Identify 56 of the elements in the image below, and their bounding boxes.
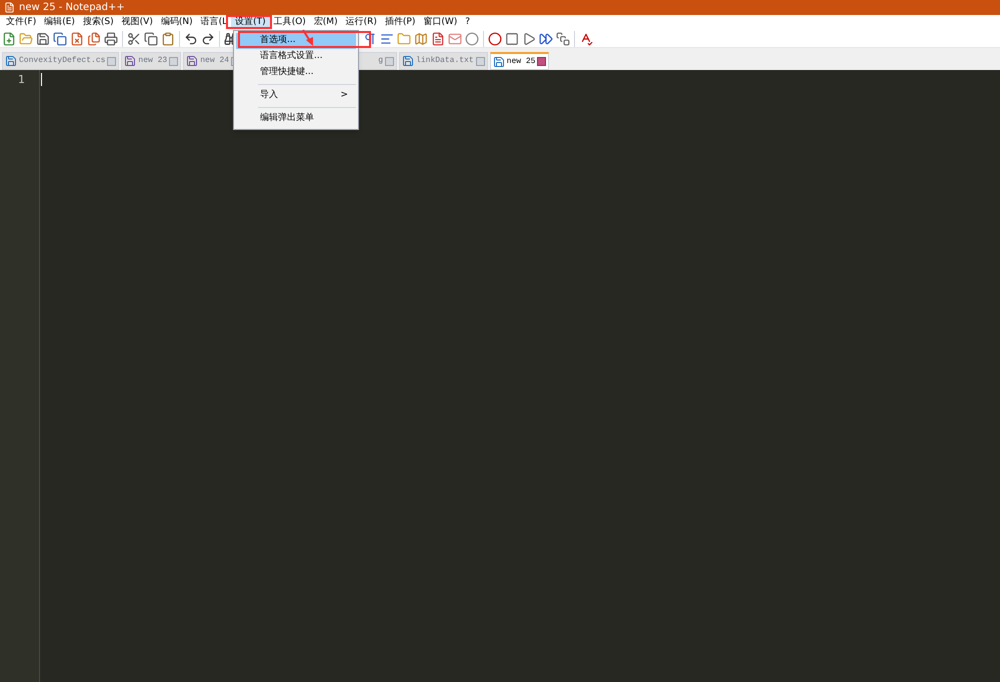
map-icon[interactable] [414, 32, 428, 46]
floppy-icon [402, 55, 414, 67]
envelope-icon[interactable] [448, 32, 462, 46]
close-tab-icon[interactable] [537, 57, 546, 66]
close-file-icon[interactable] [70, 32, 84, 46]
menu-item[interactable]: 编辑(E) [40, 16, 79, 29]
file-tab[interactable]: ConvexityDefect.cs [2, 52, 120, 70]
menu-item[interactable]: 语言(L [196, 16, 232, 29]
fast-forward-icon[interactable] [539, 32, 553, 46]
tab-label: g [378, 55, 384, 67]
tab-label: new 25 [506, 56, 536, 68]
undo-icon[interactable] [184, 32, 198, 46]
paste-icon[interactable] [161, 32, 175, 46]
menu-item[interactable]: 视图(V) [118, 16, 157, 29]
submenu-arrow: > [340, 89, 348, 102]
save-icon[interactable] [36, 32, 50, 46]
text-cursor [41, 73, 42, 86]
window-title: new 25 - Notepad++ [19, 2, 125, 12]
floppy-icon [492, 56, 505, 68]
menu-item[interactable]: 编码(N) [156, 16, 197, 29]
cut-icon[interactable] [127, 32, 141, 46]
tab-label: ConvexityDefect.cs [19, 55, 106, 67]
line-number: 1 [18, 73, 25, 87]
floppy-icon [124, 55, 136, 67]
tab-label: new 23 [138, 55, 168, 67]
menu-item[interactable]: 文件(F) [2, 16, 40, 29]
highlight-box [226, 15, 272, 29]
document-icon[interactable] [431, 32, 445, 46]
menu-option[interactable]: 编辑弹出菜单 [236, 111, 356, 127]
file-tab[interactable]: new 25 [490, 52, 550, 70]
file-tab[interactable]: new 23 [121, 52, 182, 70]
new-file-icon[interactable] [2, 32, 16, 46]
print-icon[interactable] [104, 32, 118, 46]
tab-label: linkData.txt [416, 55, 474, 67]
menu-item[interactable]: 窗口(W) [419, 16, 462, 29]
menu-item[interactable]: 搜索(S) [78, 16, 118, 29]
menu-option[interactable]: 导入 > [236, 88, 356, 104]
menu-item[interactable]: 运行(R) [342, 16, 381, 29]
menu-item[interactable]: 宏(M) [310, 16, 342, 29]
menu-item[interactable]: ? [461, 16, 474, 29]
stop-icon[interactable] [505, 32, 519, 46]
annotation-arrow [302, 29, 313, 46]
circle-icon[interactable] [465, 32, 479, 46]
file-tab[interactable]: linkData.txt [399, 52, 488, 70]
pilcrow-icon[interactable] [363, 32, 377, 46]
floppy-icon [5, 55, 17, 67]
menu-item[interactable]: 插件(P) [380, 16, 420, 29]
redo-icon[interactable] [201, 32, 215, 46]
record-icon[interactable] [488, 32, 502, 46]
play-icon[interactable] [522, 32, 536, 46]
spell-check-icon[interactable] [579, 32, 593, 46]
floppy-icon [186, 55, 198, 67]
tab-label: new 24 [200, 55, 230, 67]
menu-item[interactable]: 工具(O) [270, 16, 310, 29]
notepad-icon [4, 2, 15, 13]
copy-icon[interactable] [144, 32, 158, 46]
